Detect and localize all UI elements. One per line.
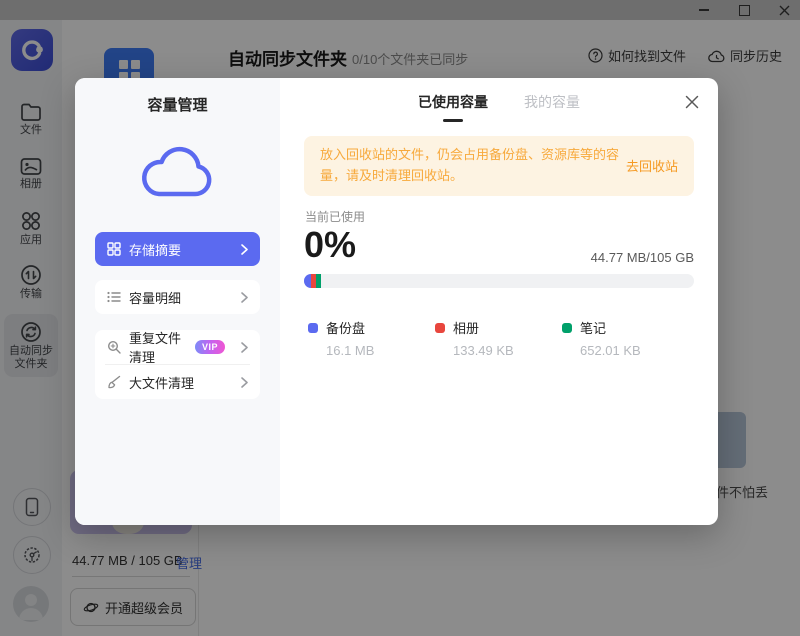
- bar-segment-backup: [304, 274, 311, 288]
- legend-item-backup: 备份盘 16.1 MB: [308, 318, 435, 358]
- chevron-right-icon: [241, 292, 248, 303]
- legend-value: 133.49 KB: [453, 343, 562, 358]
- tab-my-capacity[interactable]: 我的容量: [524, 92, 580, 122]
- nav-capacity-detail[interactable]: 容量明细: [95, 280, 260, 314]
- capacity-tabs: 已使用容量 我的容量: [280, 92, 718, 122]
- nav-label: 重复文件清理: [129, 328, 187, 366]
- usage-label: 当前已使用: [305, 208, 365, 225]
- chevron-right-icon: [241, 377, 248, 388]
- modal-left-panel: 容量管理 存储摘要 容量明细: [75, 78, 280, 525]
- duplicate-search-icon: [107, 340, 121, 354]
- legend-name: 备份盘: [326, 318, 365, 337]
- legend-swatch: [435, 323, 445, 333]
- usage-legend: 备份盘 16.1 MB 相册 133.49 KB 笔记 652.01 KB: [308, 318, 689, 358]
- nav-large-file-cleanup[interactable]: 大文件清理: [95, 365, 260, 399]
- legend-item-albums: 相册 133.49 KB: [435, 318, 562, 358]
- nav-label: 容量明细: [129, 288, 181, 307]
- bar-segment-notes: [316, 274, 321, 288]
- legend-name: 笔记: [580, 318, 606, 337]
- nav-duplicate-cleanup[interactable]: 重复文件清理 VIP: [95, 330, 260, 364]
- modal-right-panel: 已使用容量 我的容量 放入回收站的文件，仍会占用备份盘、资源库等的容量，请及时清…: [280, 78, 718, 525]
- legend-value: 652.01 KB: [580, 343, 689, 358]
- vip-badge: VIP: [195, 340, 225, 354]
- usage-progress-bar: [304, 274, 694, 288]
- chevron-right-icon: [241, 244, 248, 255]
- clean-broom-icon: [107, 375, 121, 389]
- notice-text: 放入回收站的文件，仍会占用备份盘、资源库等的容量，请及时清理回收站。: [320, 145, 626, 187]
- legend-swatch: [562, 323, 572, 333]
- usage-percent: 0%: [304, 224, 356, 266]
- app-window: 文件 相册 应用 传输 自动同步文件夹: [0, 0, 800, 636]
- chevron-right-icon: [241, 342, 248, 353]
- tab-used-capacity[interactable]: 已使用容量: [418, 92, 488, 122]
- usage-ratio: 44.77 MB/105 GB: [591, 250, 694, 265]
- modal-title: 容量管理: [75, 94, 280, 115]
- legend-item-notes: 笔记 652.01 KB: [562, 318, 689, 358]
- grid-icon: [107, 242, 121, 256]
- nav-label: 存储摘要: [129, 240, 181, 259]
- nav-storage-summary[interactable]: 存储摘要: [95, 232, 260, 266]
- go-to-recycle-bin-link[interactable]: 去回收站: [626, 156, 678, 175]
- legend-swatch: [308, 323, 318, 333]
- capacity-management-modal: 容量管理 存储摘要 容量明细: [75, 78, 718, 525]
- cleanup-tools-card: 重复文件清理 VIP 大文件清理: [95, 330, 260, 399]
- list-icon: [107, 291, 121, 303]
- legend-value: 16.1 MB: [326, 343, 435, 358]
- cloud-illustration-icon: [139, 142, 217, 205]
- legend-name: 相册: [453, 318, 479, 337]
- nav-label: 大文件清理: [129, 373, 194, 392]
- recycle-bin-notice: 放入回收站的文件，仍会占用备份盘、资源库等的容量，请及时清理回收站。 去回收站: [304, 136, 694, 196]
